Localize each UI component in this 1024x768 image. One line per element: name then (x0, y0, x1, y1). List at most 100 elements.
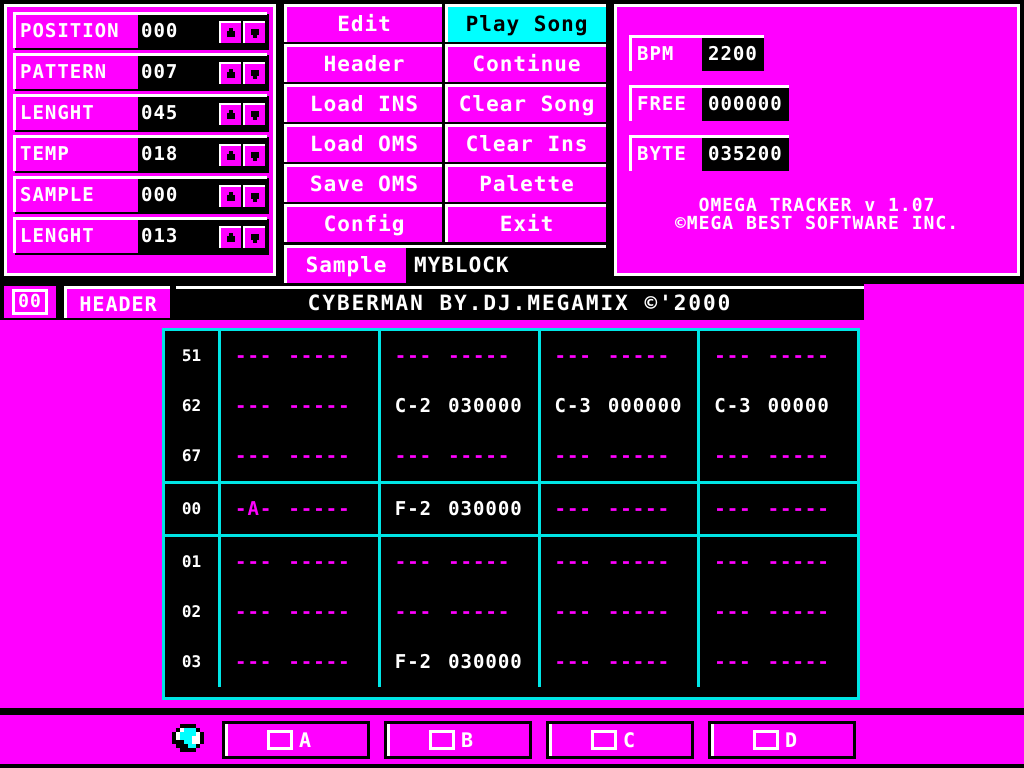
brand-copyright: ©MEGA BEST SOFTWARE INC. (674, 213, 960, 234)
cell-note: C-3 (714, 394, 752, 417)
cell-data: ----- (288, 344, 351, 367)
pattern-row-number: 51 (165, 331, 221, 381)
cell-data: ----- (288, 444, 351, 467)
pattern-cell-ch1[interactable]: -A- ----- (221, 484, 381, 534)
pattern-cell-ch1[interactable]: --- ----- (221, 637, 381, 687)
pattern-row[interactable]: 62 --- ----- C-2 030000 C-3 000000 C-3 0… (165, 381, 857, 431)
spinner-up-position[interactable] (219, 20, 241, 43)
pattern-cell-ch2[interactable]: F-2 030000 (381, 637, 541, 687)
pattern-cell-ch2[interactable]: --- ----- (381, 431, 541, 481)
spinner-down-pattern[interactable] (243, 61, 265, 84)
channel-button-c[interactable]: C (546, 720, 694, 759)
spinner-up-length-song[interactable] (219, 102, 241, 125)
channel-button-a[interactable]: A (222, 720, 370, 759)
pattern-cell-ch3[interactable]: C-3 000000 (541, 381, 701, 431)
pattern-cell-ch1[interactable]: --- ----- (221, 331, 381, 381)
menu-button-load-oms[interactable]: Load OMS (284, 124, 442, 162)
spinner-group-position (219, 15, 267, 48)
pattern-cell-ch1[interactable]: --- ----- (221, 431, 381, 481)
menu-button-palette[interactable]: Palette (445, 164, 606, 202)
pattern-cell-ch4[interactable]: --- ----- (700, 431, 857, 481)
pattern-cell-ch1[interactable]: --- ----- (221, 381, 381, 431)
menu-button-header[interactable]: Header (284, 44, 442, 82)
menu-button-play-song[interactable]: Play Song (445, 4, 606, 42)
pattern-cell-ch4[interactable]: --- ----- (700, 537, 857, 587)
info-value-byte: 035200 (708, 143, 783, 165)
info-value-free: 000000 (708, 93, 783, 115)
spinner-up-pattern[interactable] (219, 61, 241, 84)
channel-led-d (753, 729, 779, 750)
spinner-down-tempo[interactable] (243, 143, 265, 166)
cell-note: --- (235, 600, 273, 623)
cell-data: ----- (767, 650, 830, 673)
spinner-up-sample[interactable] (219, 184, 241, 207)
cell-note: --- (554, 497, 592, 520)
app-logo-icon (168, 720, 208, 760)
spinner-group-length-song (219, 97, 267, 130)
cell-data: ----- (607, 497, 671, 520)
pattern-cell-ch3[interactable]: --- ----- (541, 587, 701, 637)
pattern-grid[interactable]: 51 --- ----- --- ----- --- ----- --- ---… (162, 328, 860, 700)
channel-button-b[interactable]: B (384, 720, 532, 759)
pattern-row[interactable]: 51 --- ----- --- ----- --- ----- --- ---… (165, 331, 857, 381)
song-titlebar: 00 HEADER CYBERMAN BY.DJ.MEGAMIX ©'2000 (0, 284, 1024, 320)
pattern-row[interactable]: 00 -A- ----- F-2 030000 --- ----- --- --… (165, 484, 857, 534)
sample-tab-button[interactable]: Sample (284, 245, 406, 283)
pattern-row[interactable]: 67 --- ----- --- ----- --- ----- --- ---… (165, 431, 857, 481)
pattern-cell-ch2[interactable]: F-2 030000 (381, 484, 541, 534)
spinner-down-position[interactable] (243, 20, 265, 43)
channel-button-d[interactable]: D (708, 720, 856, 759)
spinner-up-tempo[interactable] (219, 143, 241, 166)
menu-button-clear-song[interactable]: Clear Song (445, 84, 606, 122)
spinner-down-length-song[interactable] (243, 102, 265, 125)
menu-button-clear-ins[interactable]: Clear Ins (445, 124, 606, 162)
stat-row-sample: SAMPLE 000 (13, 176, 267, 212)
cell-note: --- (554, 650, 592, 673)
menu-button-config[interactable]: Config (284, 204, 442, 242)
pattern-cell-ch3[interactable]: --- ----- (541, 331, 701, 381)
pattern-cell-ch2[interactable]: C-2 030000 (381, 381, 541, 431)
cell-data: ----- (448, 550, 511, 573)
pattern-cell-ch4[interactable]: --- ----- (700, 587, 857, 637)
spinner-group-tempo (219, 138, 267, 171)
pattern-cell-ch1[interactable]: --- ----- (221, 537, 381, 587)
cell-data: ----- (448, 344, 511, 367)
pattern-cell-ch4[interactable]: --- ----- (700, 331, 857, 381)
cell-note: --- (554, 344, 592, 367)
info-label-bpm: BPM (632, 38, 702, 71)
info-row-bpm: BPM 2200 (629, 35, 764, 71)
cell-note: C-2 (394, 394, 433, 417)
pattern-row-number: 01 (165, 537, 221, 587)
pattern-cell-ch2[interactable]: --- ----- (381, 587, 541, 637)
pattern-cell-ch3[interactable]: --- ----- (541, 637, 701, 687)
menu-button-save-oms[interactable]: Save OMS (284, 164, 442, 202)
pattern-row[interactable]: 03 --- ----- F-2 030000 --- ----- --- --… (165, 637, 857, 687)
menu-button-exit[interactable]: Exit (445, 204, 606, 242)
spinner-down-length-sample[interactable] (243, 225, 265, 248)
pattern-cell-ch2[interactable]: --- ----- (381, 537, 541, 587)
spinner-up-length-sample[interactable] (219, 225, 241, 248)
cell-note: --- (394, 550, 433, 573)
menu-button-continue[interactable]: Continue (445, 44, 606, 82)
spinner-down-sample[interactable] (243, 184, 265, 207)
pattern-row-number: 00 (165, 484, 221, 534)
pattern-cell-ch4[interactable]: C-3 00000 (700, 381, 857, 431)
channel-label-c: C (623, 727, 637, 752)
pattern-cell-ch3[interactable]: --- ----- (541, 537, 701, 587)
sample-name-field[interactable]: MYBLOCK (406, 245, 606, 283)
pattern-cell-ch3[interactable]: --- ----- (541, 484, 701, 534)
pattern-cell-ch4[interactable]: --- ----- (700, 484, 857, 534)
position-indicator[interactable]: 00 (4, 286, 56, 318)
stat-value-tempo: 018 (141, 143, 179, 165)
pattern-row[interactable]: 01 --- ----- --- ----- --- ----- --- ---… (165, 537, 857, 587)
stat-row-length-sample: LENGHT 013 (13, 217, 267, 253)
pattern-cell-ch3[interactable]: --- ----- (541, 431, 701, 481)
pattern-cell-ch2[interactable]: --- ----- (381, 331, 541, 381)
stat-row-position: POSITION 000 (13, 12, 267, 48)
pattern-cell-ch4[interactable]: --- ----- (700, 637, 857, 687)
header-tab-button[interactable]: HEADER (64, 286, 170, 318)
menu-button-edit[interactable]: Edit (284, 4, 442, 42)
pattern-row[interactable]: 02 --- ----- --- ----- --- ----- --- ---… (165, 587, 857, 637)
pattern-cell-ch1[interactable]: --- ----- (221, 587, 381, 637)
menu-button-load-ins[interactable]: Load INS (284, 84, 442, 122)
